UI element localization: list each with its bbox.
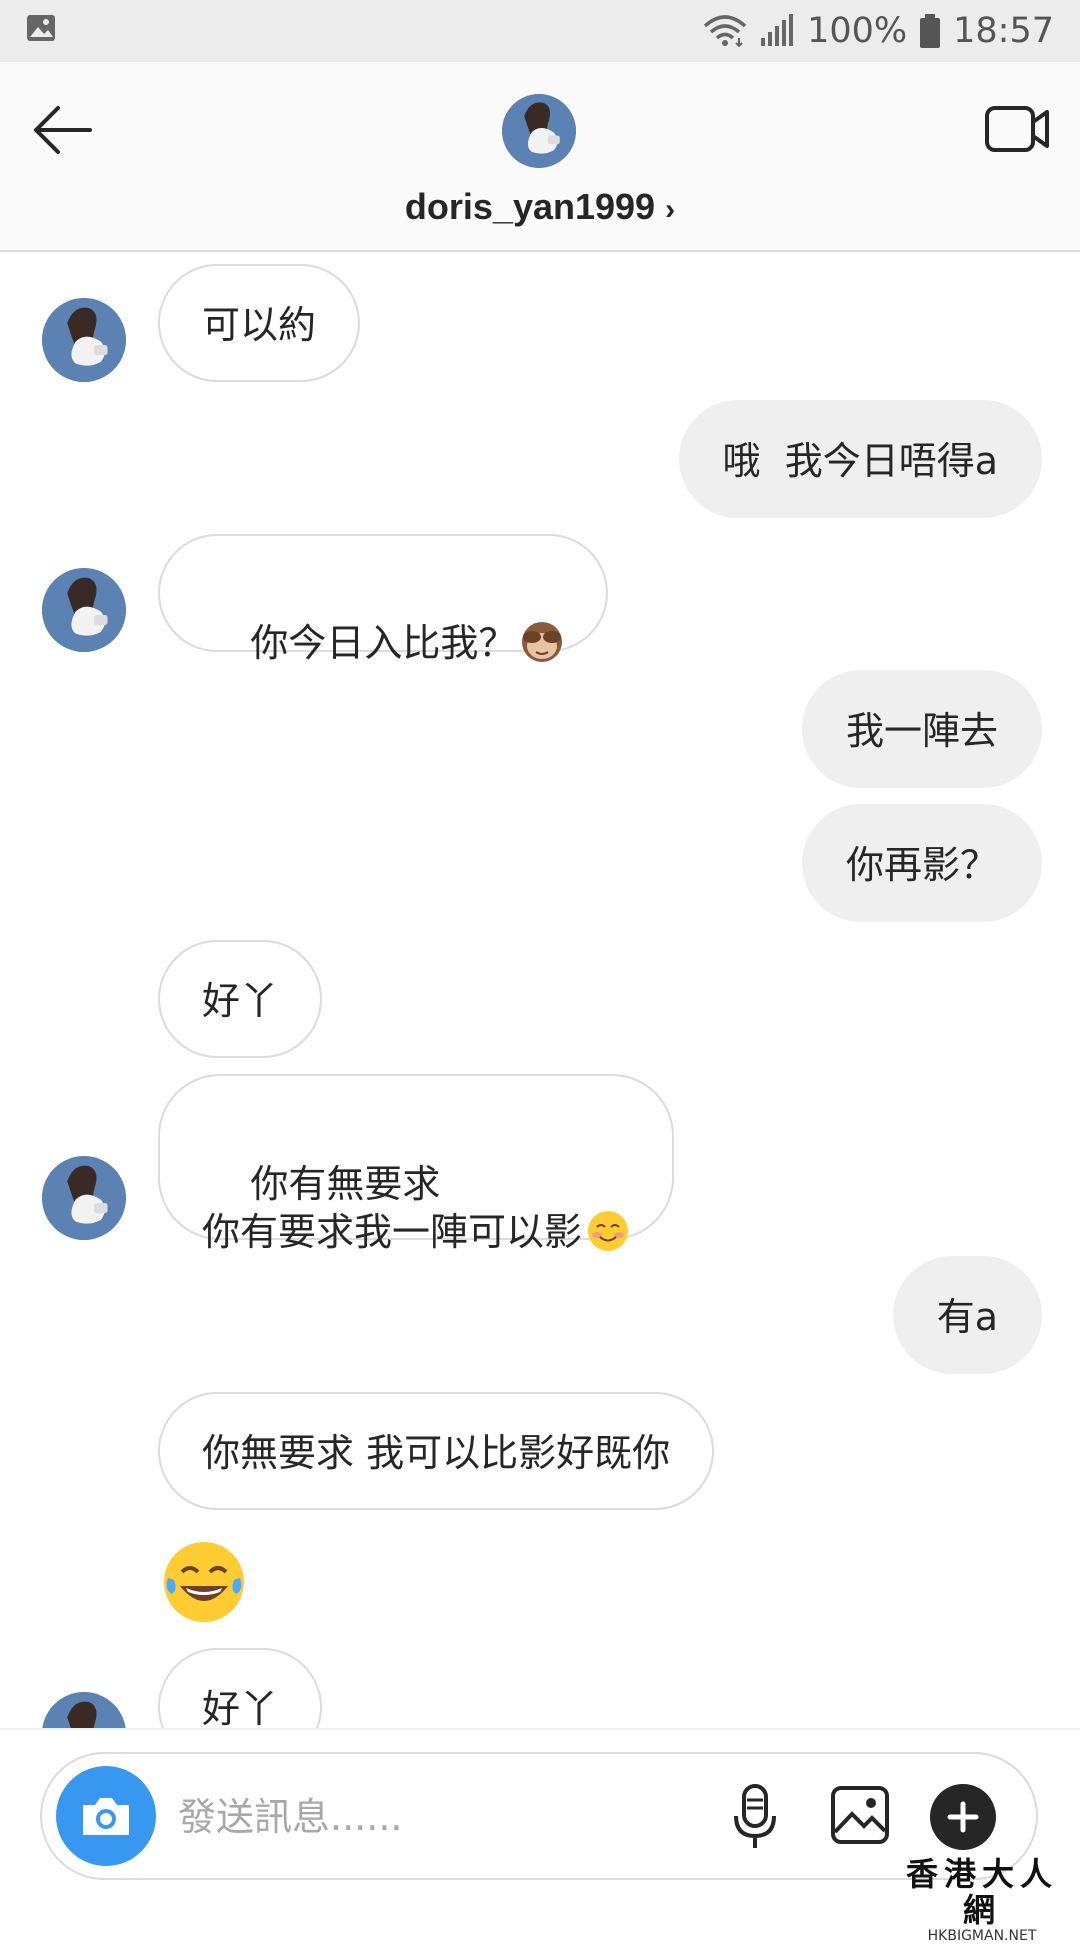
plus-icon xyxy=(947,1801,979,1833)
clock: 18:57 xyxy=(953,11,1054,51)
status-bar: 100% 18:57 xyxy=(0,0,1080,62)
message-bubble-incoming[interactable]: 你有無要求 你有要求我一陣可以影 xyxy=(158,1074,675,1254)
watermark-title: 香港大人網 xyxy=(905,1855,1058,1929)
message-bubble-incoming[interactable]: 可以約 xyxy=(158,264,361,382)
gallery-icon[interactable] xyxy=(830,1784,890,1846)
message-input[interactable] xyxy=(176,1788,600,1846)
composer-divider xyxy=(0,1728,1080,1730)
message-list[interactable]: 可以約 哦 我今日唔得a 你今日入比我？ 我一陣去 你再影？ 好丫 你有無要求 … xyxy=(0,252,1080,1728)
message-composer xyxy=(40,1752,1038,1880)
tears-of-joy-emoji[interactable] xyxy=(160,1538,248,1626)
watermark-subtitle: HKBIGMAN.NET xyxy=(927,1928,1037,1944)
camera-icon xyxy=(83,1798,129,1835)
message-bubble-outgoing[interactable]: 你再影？ xyxy=(801,804,1042,922)
see-no-evil-monkey-emoji xyxy=(522,622,563,662)
microphone-icon[interactable] xyxy=(730,1782,780,1852)
message-bubble-outgoing[interactable]: 有a xyxy=(892,1256,1042,1374)
message-bubble-incoming[interactable]: 你無要求 我可以比影好既你 xyxy=(158,1392,715,1510)
smiling-blush-emoji xyxy=(588,1211,629,1251)
message-bubble-outgoing[interactable]: 我一陣去 xyxy=(801,670,1042,788)
back-arrow-icon[interactable] xyxy=(28,100,98,160)
avatar[interactable] xyxy=(502,94,576,168)
chat-header: doris_yan1999 › xyxy=(0,62,1080,252)
gallery-icon xyxy=(27,15,55,41)
video-call-icon[interactable] xyxy=(984,98,1050,158)
message-bubble-incoming[interactable]: 好丫 xyxy=(158,1648,323,1728)
chevron-right-icon: › xyxy=(665,193,676,226)
camera-button[interactable] xyxy=(56,1766,156,1866)
wifi-icon xyxy=(703,15,747,48)
message-bubble-incoming[interactable]: 你今日入比我？ xyxy=(158,534,609,665)
signal-icon xyxy=(761,14,794,46)
avatar[interactable] xyxy=(42,1156,126,1240)
watermark: 香港大人網 HKBIGMAN.NET xyxy=(894,1856,1070,1944)
add-button[interactable] xyxy=(930,1784,996,1850)
battery-icon xyxy=(920,14,941,48)
profile-username[interactable]: doris_yan1999 › xyxy=(0,186,1080,228)
status-right: 100% 18:57 xyxy=(703,0,1054,62)
avatar[interactable] xyxy=(42,568,126,652)
avatar[interactable] xyxy=(42,298,126,382)
message-bubble-incoming[interactable]: 好丫 xyxy=(158,940,323,1058)
battery-percentage: 100% xyxy=(807,11,908,51)
username-label: doris_yan1999 xyxy=(404,186,656,227)
message-text: 你有無要求 你有要求我一陣可以影 xyxy=(202,1162,583,1254)
message-text: 你今日入比我？ xyxy=(250,621,517,665)
message-bubble-outgoing[interactable]: 哦 我今日唔得a xyxy=(678,400,1042,518)
avatar[interactable] xyxy=(42,1692,126,1728)
